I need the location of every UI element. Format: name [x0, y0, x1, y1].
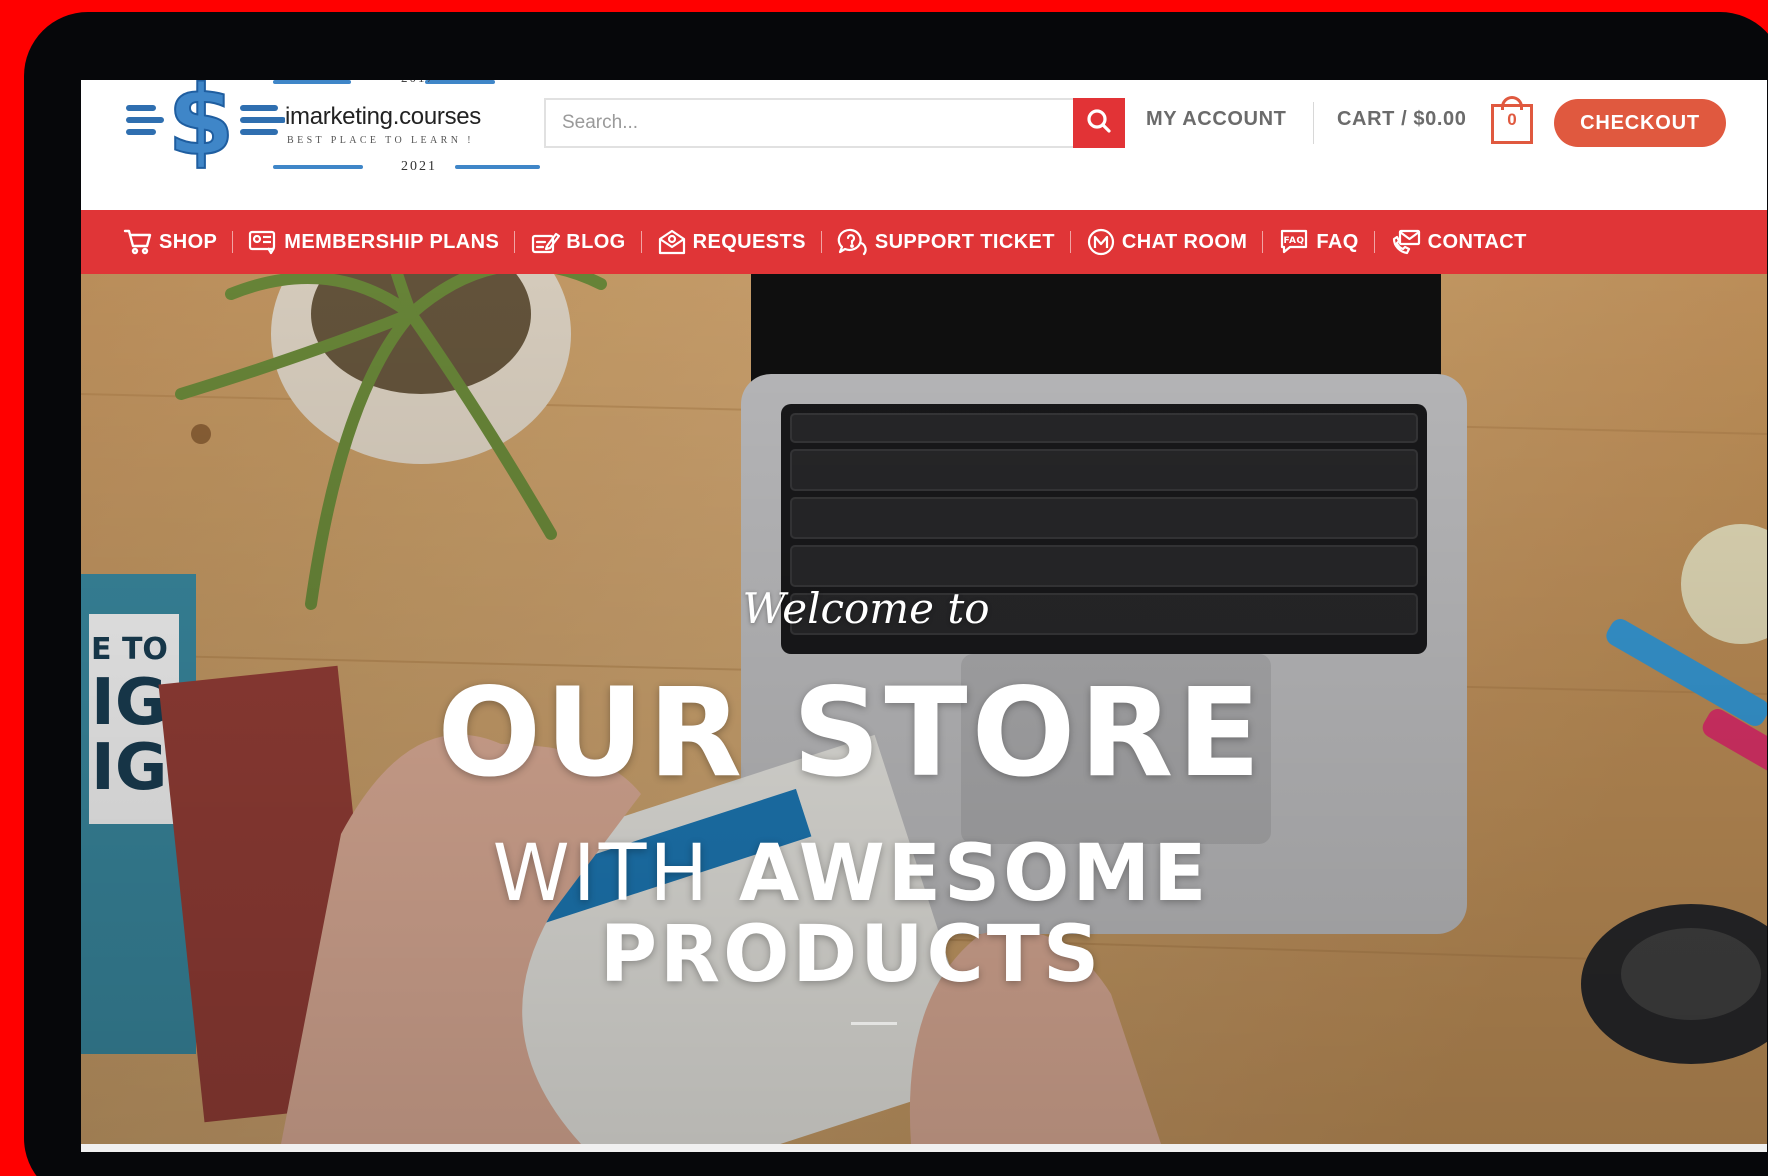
search-bar [544, 98, 1125, 148]
hero-divider [851, 1022, 897, 1025]
hero-subheadline-thin: WITH [492, 829, 739, 919]
nav-item-blog[interactable]: BLOG [530, 228, 625, 256]
nav-label: CONTACT [1427, 230, 1527, 253]
logo-year-bottom: 2021 [401, 159, 437, 174]
cart-link[interactable]: CART / $0.00 [1337, 108, 1466, 131]
main-nav: SHOP MEMBERSHIP PLANS BLOG REQUESTS SUPP… [81, 210, 1767, 274]
nav-item-contact[interactable]: CONTACT [1390, 227, 1527, 257]
nav-item-shop[interactable]: SHOP [123, 228, 217, 256]
my-account-link[interactable]: MY ACCOUNT [1146, 108, 1286, 131]
phone-mail-icon [1390, 227, 1422, 257]
hero-subheadline-line2: PRODUCTS [599, 910, 1103, 1000]
nav-label: MEMBERSHIP PLANS [284, 230, 500, 253]
logo-tagline: BEST PLACE TO LEARN ! [287, 135, 474, 146]
browser-screen: 2017 $ imarketing.course [81, 80, 1767, 1152]
device-frame: 2017 $ imarketing.course [24, 12, 1768, 1176]
nav-item-support-ticket[interactable]: SUPPORT TICKET [837, 227, 1055, 257]
nav-item-membership-plans[interactable]: MEMBERSHIP PLANS [248, 228, 499, 256]
search-icon [1086, 108, 1112, 139]
nav-label: REQUESTS [692, 230, 806, 253]
question-bubble-icon [837, 227, 869, 257]
hero-welcome-text: Welcome to [742, 584, 990, 633]
logo-rule [425, 80, 495, 84]
hero-content: Welcome to OUR STORE WITH AWESOME PRODUC… [81, 274, 1767, 1144]
page-bottom-edge [81, 1144, 1767, 1152]
logo-rule [455, 165, 540, 169]
nav-label: SHOP [159, 230, 218, 253]
hero-headline: OUR STORE [437, 662, 1265, 804]
logo-rule [273, 165, 363, 169]
nav-label: CHAT ROOM [1121, 230, 1248, 253]
logo-year-top: 2017 [401, 80, 435, 86]
svg-text:$: $ [168, 80, 235, 177]
nav-item-faq[interactable]: FAQ FAQ [1278, 227, 1358, 257]
cart-count: 0 [1507, 110, 1517, 129]
nav-label: SUPPORT TICKET [874, 230, 1055, 253]
blog-icon [530, 228, 561, 256]
logo-brand-name: imarketing.courses [285, 103, 482, 130]
site-header: 2017 $ imarketing.course [81, 80, 1767, 210]
faq-bubble-icon: FAQ [1278, 227, 1310, 257]
site-logo[interactable]: 2017 $ imarketing.course [125, 80, 540, 185]
m-circle-icon [1086, 227, 1116, 257]
search-button[interactable] [1073, 98, 1125, 148]
nav-label: BLOG [566, 230, 626, 253]
dollar-icon: $ [125, 80, 286, 185]
hero-banner: E TO IG IG [81, 274, 1767, 1144]
nav-item-chat-room[interactable]: CHAT ROOM [1086, 227, 1247, 257]
header-divider [1313, 102, 1314, 144]
search-input[interactable] [544, 98, 1074, 148]
envelope-icon [657, 228, 687, 256]
nav-item-requests[interactable]: REQUESTS [657, 228, 806, 256]
cart-badge[interactable]: 0 [1491, 96, 1533, 144]
hero-subheadline-bold: AWESOME [738, 829, 1210, 919]
nav-label: FAQ [1316, 230, 1359, 253]
id-card-icon [248, 228, 278, 256]
cart-icon [123, 228, 153, 256]
checkout-button[interactable]: CHECKOUT [1554, 99, 1726, 147]
svg-text:FAQ: FAQ [1284, 236, 1305, 246]
hero-subheadline: WITH AWESOME [441, 829, 1261, 919]
